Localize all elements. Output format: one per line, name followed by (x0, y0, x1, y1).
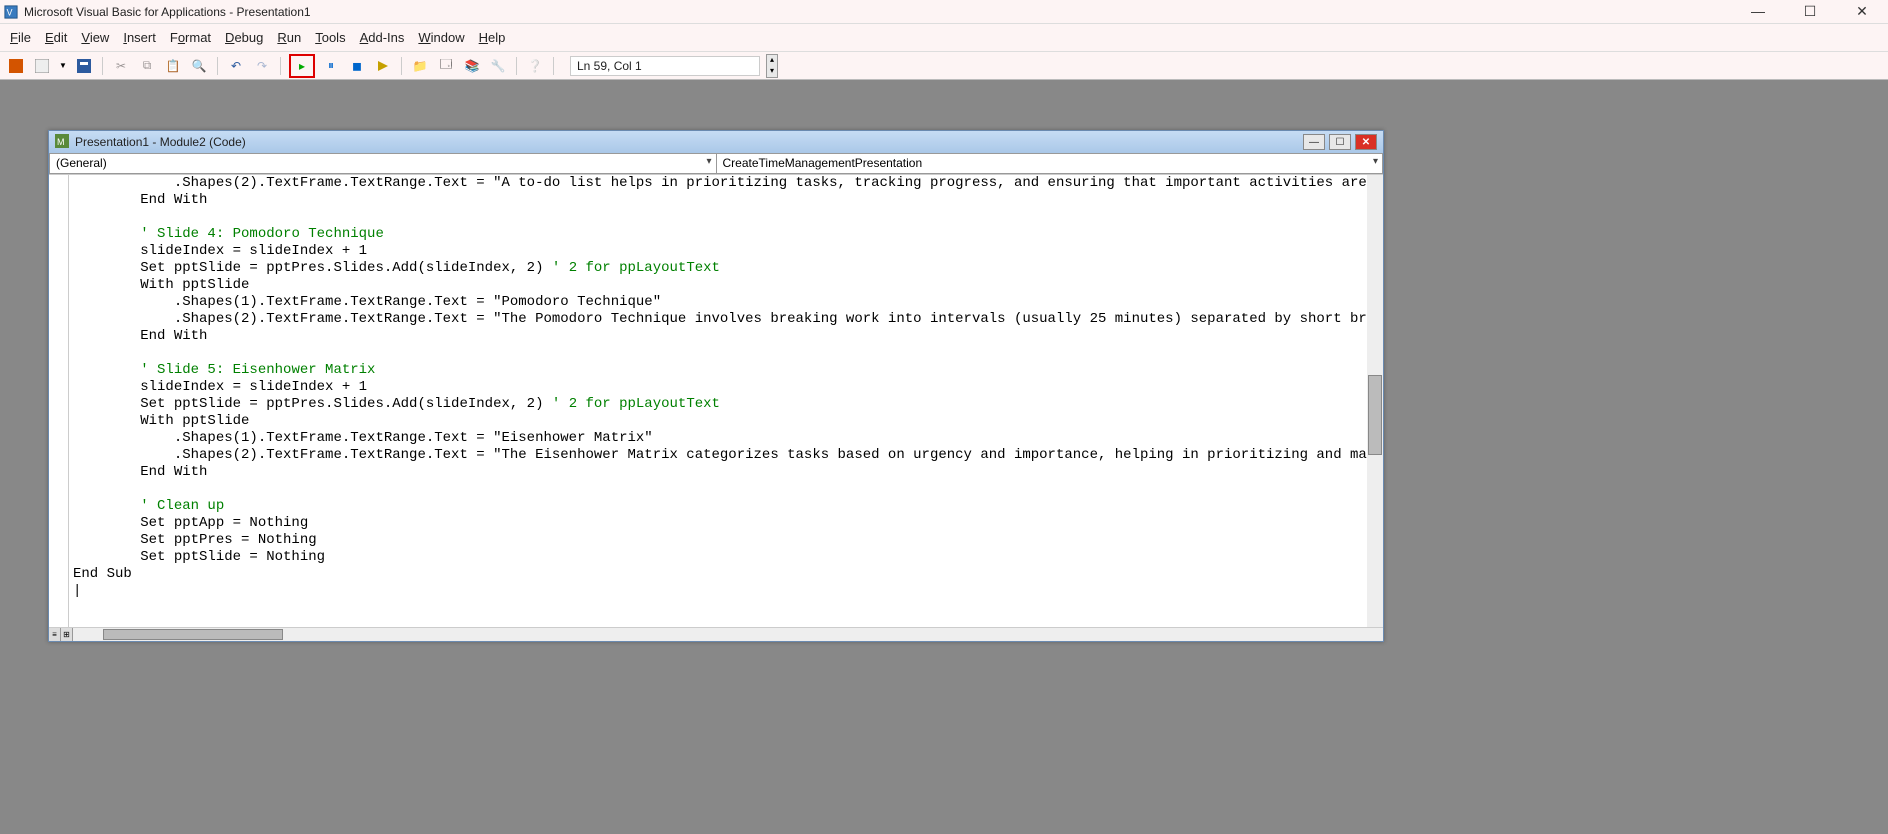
find-button[interactable]: 🔍 (189, 56, 209, 76)
help-button[interactable]: ❔ (525, 56, 545, 76)
properties-window-button[interactable]: 🗔 (436, 56, 456, 76)
horizontal-scrollbar-row: ≡ ⊞ (49, 627, 1383, 641)
menu-run[interactable]: Run (277, 30, 301, 45)
paste-button[interactable]: 📋 (163, 56, 183, 76)
cursor-position: Ln 59, Col 1 (570, 56, 760, 76)
vba-app-icon: V (4, 5, 18, 19)
toolbar-separator (280, 57, 281, 75)
menu-view[interactable]: View (81, 30, 109, 45)
cut-button[interactable]: ✂ (111, 56, 131, 76)
object-dropdown[interactable]: (General) ▾ (49, 153, 716, 174)
vertical-scrollbar[interactable] (1367, 175, 1383, 627)
menu-help[interactable]: Help (479, 30, 506, 45)
chevron-down-icon: ▾ (706, 156, 711, 167)
code-window: M Presentation1 - Module2 (Code) — ☐ ✕ (… (48, 130, 1384, 642)
scrollbar-thumb[interactable] (103, 629, 283, 640)
object-dropdown-value: (General) (56, 156, 107, 170)
menu-debug[interactable]: Debug (225, 30, 263, 45)
dropdown-arrow-icon[interactable]: ▼ (58, 56, 68, 76)
app-title: Microsoft Visual Basic for Applications … (24, 5, 311, 19)
code-window-maximize-button[interactable]: ☐ (1329, 134, 1351, 150)
app-maximize-button[interactable]: ☐ (1800, 3, 1820, 20)
toolbar-separator (401, 57, 402, 75)
undo-button[interactable]: ↶ (226, 56, 246, 76)
menu-window[interactable]: Window (418, 30, 464, 45)
menu-edit[interactable]: Edit (45, 30, 67, 45)
svg-text:V: V (7, 7, 13, 17)
procedure-dropdown[interactable]: CreateTimeManagementPresentation ▾ (716, 153, 1384, 174)
app-titlebar: V Microsoft Visual Basic for Application… (0, 0, 1888, 24)
module-icon: M (55, 134, 69, 151)
mdi-client-area: M Presentation1 - Module2 (Code) — ☐ ✕ (… (0, 80, 1888, 834)
app-close-button[interactable]: ✕ (1852, 3, 1872, 20)
chevron-down-icon: ▾ (1373, 156, 1378, 167)
toolbar-separator (516, 57, 517, 75)
standard-toolbar: ▼ ✂ ⧉ 📋 🔍 ↶ ↷ ▸ ⏸ ◼ 📁 🗔 📚 🔧 ❔ Ln 59, Col… (0, 52, 1888, 80)
code-dropdown-row: (General) ▾ CreateTimeManagementPresenta… (49, 153, 1383, 175)
code-window-titlebar[interactable]: M Presentation1 - Module2 (Code) — ☐ ✕ (49, 131, 1383, 153)
reset-button[interactable]: ◼ (347, 56, 367, 76)
project-explorer-button[interactable]: 📁 (410, 56, 430, 76)
menu-bar: File Edit View Insert Format Debug Run T… (0, 24, 1888, 52)
svg-text:M: M (57, 137, 65, 147)
menu-addins[interactable]: Add-Ins (360, 30, 405, 45)
toolbar-scroll[interactable]: ▴▾ (766, 54, 778, 78)
menu-insert[interactable]: Insert (123, 30, 156, 45)
scrollbar-thumb[interactable] (1368, 375, 1382, 455)
break-button[interactable]: ⏸ (321, 56, 341, 76)
procedure-dropdown-value: CreateTimeManagementPresentation (723, 156, 923, 170)
toolbar-separator (217, 57, 218, 75)
copy-button[interactable]: ⧉ (137, 56, 157, 76)
code-window-minimize-button[interactable]: — (1303, 134, 1325, 150)
code-window-title: Presentation1 - Module2 (Code) (75, 135, 246, 149)
code-margin (49, 175, 69, 627)
toolbox-button[interactable]: 🔧 (488, 56, 508, 76)
menu-file[interactable]: File (10, 30, 31, 45)
toolbar-separator (102, 57, 103, 75)
toolbar-separator (553, 57, 554, 75)
code-window-close-button[interactable]: ✕ (1355, 134, 1377, 150)
insert-module-button[interactable] (32, 56, 52, 76)
run-sub-button[interactable]: ▸ (289, 54, 315, 78)
design-mode-button[interactable] (373, 56, 393, 76)
object-browser-button[interactable]: 📚 (462, 56, 482, 76)
horizontal-scrollbar[interactable] (73, 628, 1383, 641)
procedure-view-button[interactable]: ≡ (49, 628, 61, 641)
view-powerpoint-button[interactable] (6, 56, 26, 76)
code-editor[interactable]: .Shapes(2).TextFrame.TextRange.Text = "A… (49, 175, 1383, 627)
redo-button[interactable]: ↷ (252, 56, 272, 76)
save-button[interactable] (74, 56, 94, 76)
full-module-view-button[interactable]: ⊞ (61, 628, 73, 641)
menu-format[interactable]: Format (170, 30, 211, 45)
menu-tools[interactable]: Tools (315, 30, 345, 45)
app-minimize-button[interactable]: — (1748, 3, 1768, 20)
